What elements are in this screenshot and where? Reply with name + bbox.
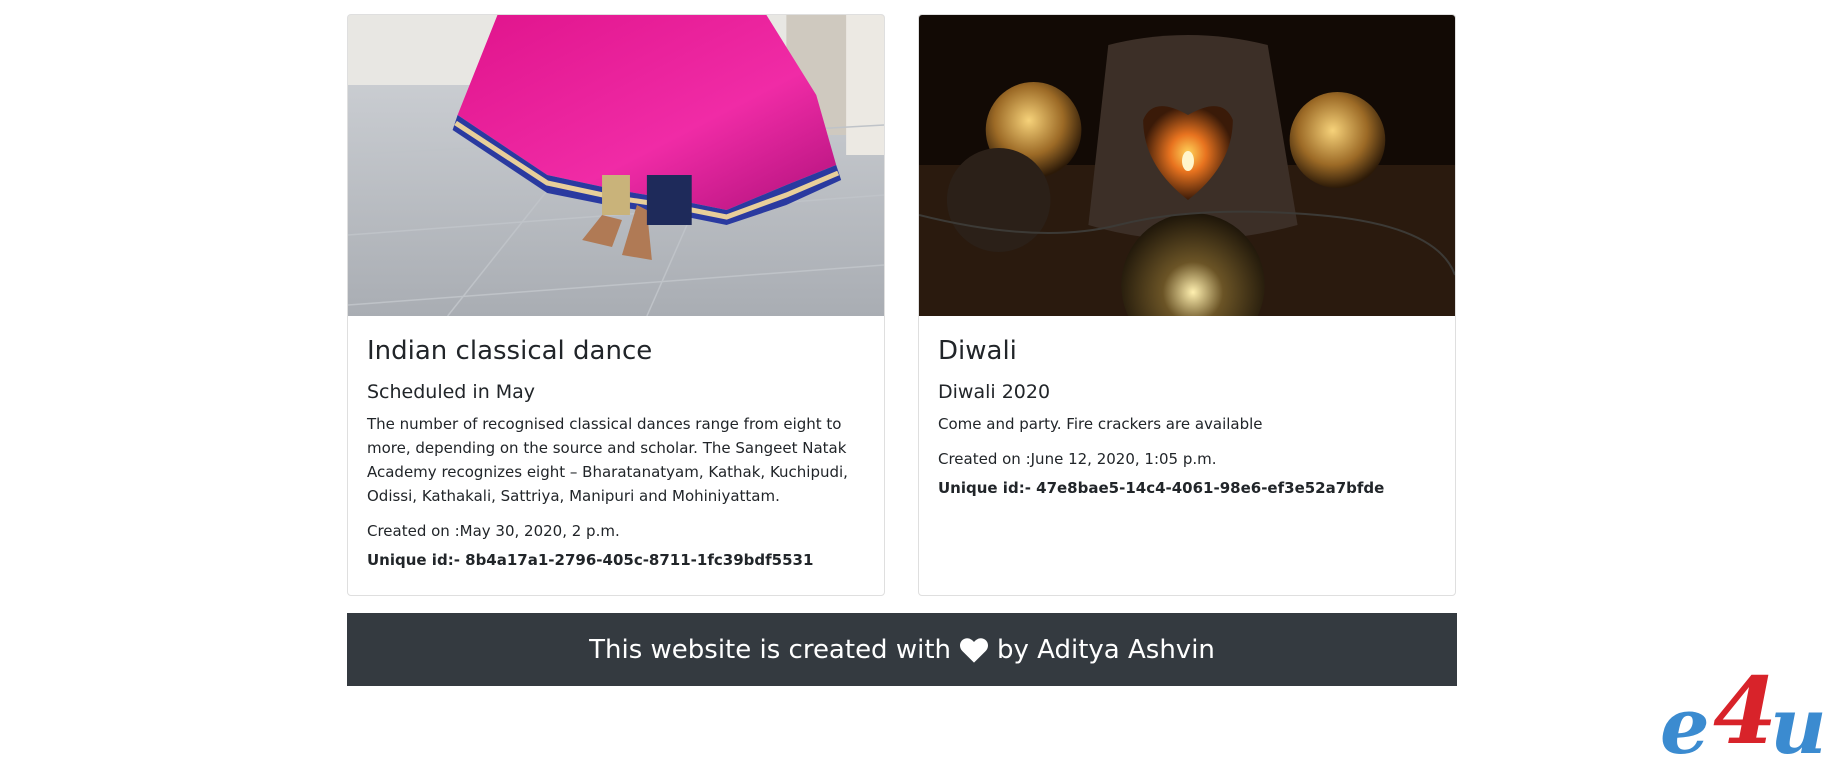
card-description: Come and party. Fire crackers are availa… — [938, 414, 1263, 433]
created-date: Created on :June 12, 2020, 1:05 p.m. — [938, 449, 1217, 468]
footer-text-after: by Aditya Ashvin — [997, 634, 1215, 665]
heart-icon — [960, 637, 988, 663]
footer-text-before: This website is created with — [589, 634, 951, 665]
site-footer: This website is created with by Aditya A… — [347, 613, 1457, 686]
diwali-image — [919, 15, 1455, 316]
card-subtitle: Diwali 2020 — [938, 381, 1051, 404]
card-description: The number of recognised classical dance… — [367, 414, 848, 505]
unique-id: Unique id:- 8b4a17a1-2796-405c-8711-1fc3… — [367, 550, 814, 569]
dance-image — [348, 15, 884, 316]
card-title: Indian classical dance — [367, 336, 653, 366]
card-body: Indian classical dance Scheduled in May … — [348, 316, 884, 590]
card-subtitle: Scheduled in May — [367, 381, 536, 404]
svg-text:e: e — [1660, 681, 1710, 760]
svg-text:4: 4 — [1713, 665, 1777, 760]
svg-text:u: u — [1770, 681, 1827, 760]
card-title: Diwali — [938, 336, 1017, 366]
unique-id: Unique id:- 47e8bae5-14c4-4061-98e6-ef3e… — [938, 478, 1385, 497]
card-body: Diwali Diwali 2020 Come and party. Fire … — [919, 316, 1455, 518]
event-card: Indian classical dance Scheduled in May … — [347, 14, 885, 596]
e4u-logo: e 4 u — [1660, 665, 1827, 760]
event-cards: Indian classical dance Scheduled in May … — [347, 14, 1457, 596]
event-card: Diwali Diwali 2020 Come and party. Fire … — [918, 14, 1456, 596]
created-date: Created on :May 30, 2020, 2 p.m. — [367, 521, 620, 540]
